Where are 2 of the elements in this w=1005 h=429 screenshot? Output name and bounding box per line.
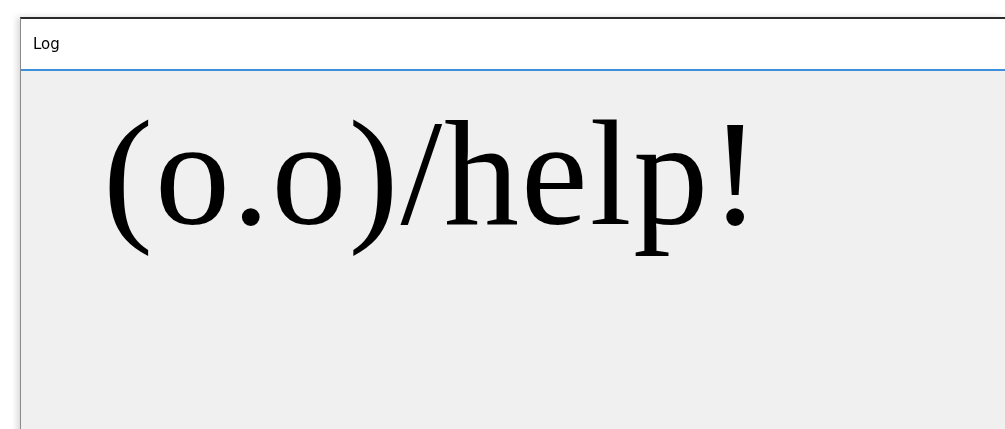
log-text: (o.o)/help!	[103, 91, 764, 256]
window-title: Log	[33, 35, 60, 53]
